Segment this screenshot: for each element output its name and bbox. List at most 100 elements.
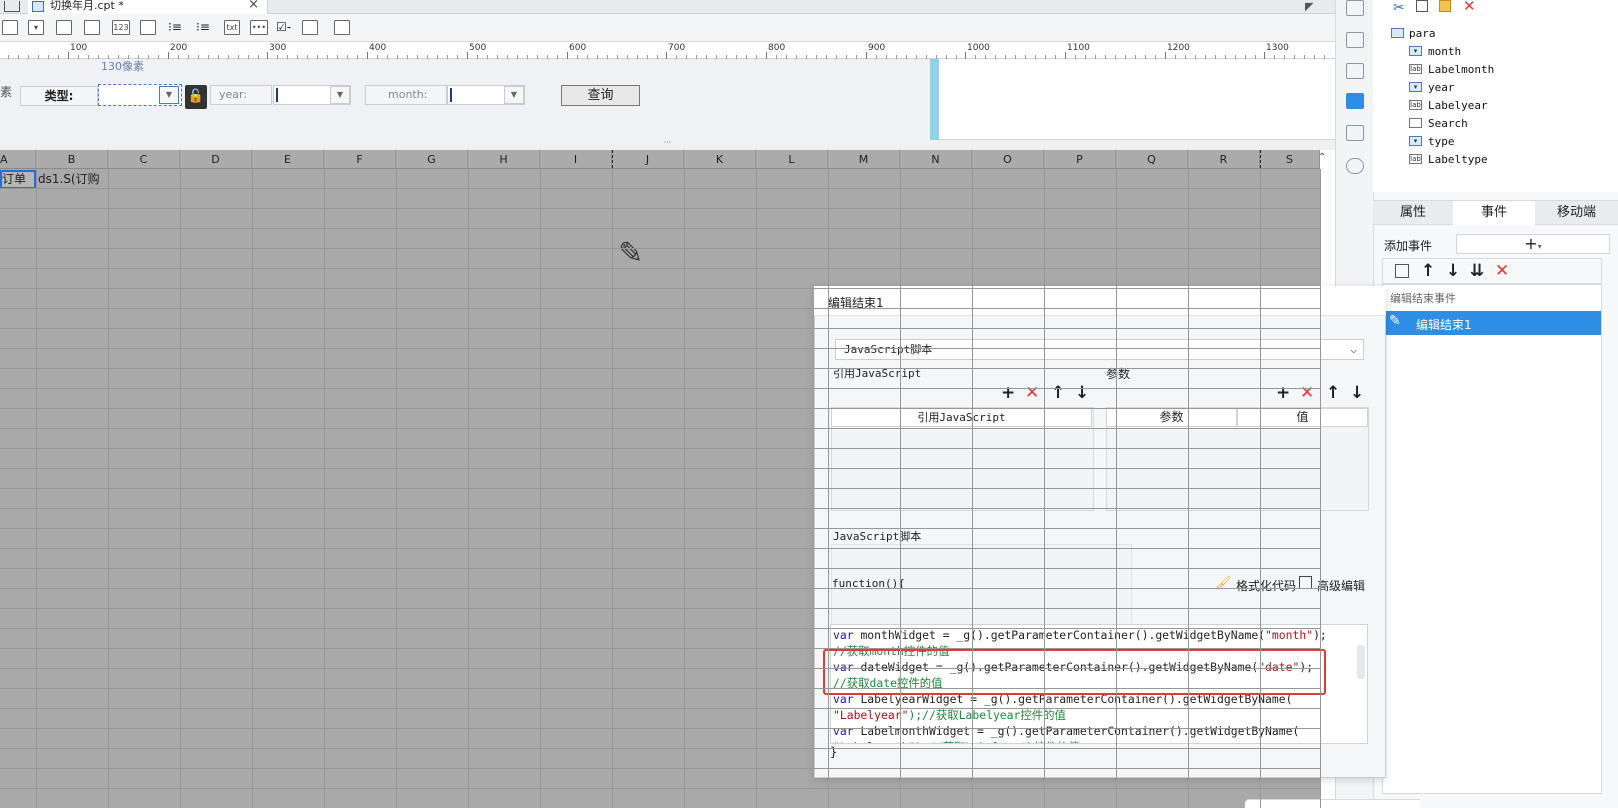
- year-combo[interactable]: ▼: [273, 85, 351, 105]
- tree-item-labeltype[interactable]: Labeltype: [1428, 153, 1488, 166]
- month-combo[interactable]: ▼: [447, 85, 525, 105]
- list-widget-icon[interactable]: [140, 20, 156, 35]
- tab-events[interactable]: 事件: [1453, 201, 1535, 225]
- chevron-down-icon[interactable]: ▼: [330, 86, 350, 104]
- tree-item-type[interactable]: type: [1428, 135, 1455, 148]
- grid-row-line: [0, 308, 1320, 309]
- column-header-n[interactable]: N: [900, 150, 972, 169]
- combo-widget-icon[interactable]: ▾: [28, 20, 44, 35]
- sort-icon[interactable]: ⇊: [1470, 263, 1484, 280]
- column-header-p[interactable]: P: [1044, 150, 1116, 169]
- script-type-select[interactable]: JavaScript脚本 ⌵: [835, 339, 1364, 360]
- tree-item-labelyear[interactable]: Labelyear: [1428, 99, 1488, 112]
- widget-properties-icon[interactable]: [1346, 93, 1364, 109]
- password-widget-icon[interactable]: •••: [250, 20, 268, 35]
- tab-mobile[interactable]: 移动端: [1535, 201, 1618, 225]
- radio-group-icon[interactable]: ⁝≡: [168, 20, 184, 35]
- edge-label: 素: [0, 85, 13, 99]
- delete-icon[interactable]: ✕: [1495, 263, 1509, 280]
- unlock-icon[interactable]: 🔓: [185, 85, 207, 109]
- arrow-down-icon[interactable]: ↓: [1350, 385, 1364, 402]
- column-header-d[interactable]: D: [180, 150, 252, 169]
- grid-row-line: [0, 508, 1320, 509]
- scroll-up-icon[interactable]: ⌃: [1318, 152, 1326, 163]
- grid-row-line: [0, 688, 1320, 689]
- number-widget-icon[interactable]: 123: [112, 20, 130, 35]
- query-button[interactable]: 查询: [561, 85, 640, 106]
- horizontal-ruler: 100 200 300 400 500 600 700 800 900 1000 1100 1200 1…: [0, 42, 1335, 59]
- checkbox-widget-icon[interactable]: ☑-: [276, 20, 292, 35]
- link-icon[interactable]: [1346, 158, 1364, 174]
- tree-root[interactable]: para: [1409, 27, 1436, 40]
- layout-icon[interactable]: [4, 1, 20, 12]
- advanced-edit-button[interactable]: 高级编辑: [1317, 577, 1365, 594]
- format-code-button[interactable]: 格式化代码: [1236, 577, 1296, 594]
- arrow-up-icon[interactable]: ↑: [1421, 263, 1435, 280]
- arrow-down-icon[interactable]: ↓: [1446, 263, 1460, 280]
- column-header-f[interactable]: F: [324, 150, 396, 169]
- grid-row-line: [0, 428, 1320, 429]
- event-item-selected[interactable]: ✎ 编辑结束1: [1383, 311, 1601, 335]
- tab-file[interactable]: 切换年月.cpt * ×: [28, 0, 268, 14]
- tree-item-month[interactable]: month: [1428, 45, 1461, 58]
- cell-a1[interactable]: 订单: [0, 170, 36, 189]
- column-header-a[interactable]: A: [0, 150, 36, 169]
- textarea-widget-icon[interactable]: [56, 20, 72, 35]
- label-type[interactable]: 类型:: [20, 86, 98, 106]
- column-header-m[interactable]: M: [828, 150, 900, 169]
- ruler-label: 1200: [1167, 43, 1190, 53]
- delete-icon[interactable]: ✕: [1463, 0, 1476, 15]
- column-header-q[interactable]: Q: [1116, 150, 1188, 169]
- edit-pencil-icon: ✎: [618, 236, 644, 271]
- ruler-label: 700: [668, 43, 686, 53]
- column-header-j[interactable]: J: [612, 150, 684, 169]
- column-header-i[interactable]: I: [540, 150, 612, 169]
- more-widgets-icon[interactable]: [334, 20, 350, 35]
- type-combo[interactable]: ▼: [98, 84, 182, 106]
- column-header-k[interactable]: K: [684, 150, 756, 169]
- tree-item-labelmonth[interactable]: Labelmonth: [1428, 63, 1494, 76]
- date-widget-icon[interactable]: [84, 20, 100, 35]
- widget-settings-icon[interactable]: [1346, 0, 1364, 16]
- paste-icon[interactable]: [1439, 0, 1451, 12]
- column-header-h[interactable]: H: [468, 150, 540, 169]
- column-header-e[interactable]: E: [252, 150, 324, 169]
- code-text: monthWidget = _g().getParameterContainer…: [860, 628, 1266, 642]
- column-header-o[interactable]: O: [972, 150, 1044, 169]
- label-month[interactable]: month:: [365, 85, 447, 105]
- size-hint: 130像素: [101, 60, 144, 73]
- column-header-b[interactable]: B: [36, 150, 108, 169]
- column-header-c[interactable]: C: [108, 150, 180, 169]
- code-scrollbar[interactable]: [1357, 645, 1365, 679]
- label-year[interactable]: year:: [210, 85, 272, 105]
- tab-properties[interactable]: 属性: [1373, 201, 1453, 225]
- checkbox-group-icon[interactable]: ⁝≡: [196, 20, 212, 35]
- data-column-icon[interactable]: [1346, 125, 1364, 141]
- pane-splitter[interactable]: ···: [0, 139, 1335, 150]
- ruler-major-tick: [367, 52, 368, 59]
- column-header-l[interactable]: L: [756, 150, 828, 169]
- copy-icon[interactable]: [1395, 264, 1409, 278]
- cell-b1[interactable]: ds1.S(订购: [38, 171, 108, 189]
- column-header-g[interactable]: G: [396, 150, 468, 169]
- tree-widget-icon[interactable]: [302, 20, 318, 35]
- code-tail: );//获取Labelyear控件的值: [908, 708, 1066, 722]
- tree-item-search[interactable]: Search: [1428, 117, 1468, 130]
- chevron-down-icon[interactable]: ▼: [159, 86, 179, 104]
- grid-row-line: [0, 408, 1320, 409]
- column-header-r[interactable]: R: [1188, 150, 1260, 169]
- arrow-up-icon[interactable]: ↑: [1326, 385, 1340, 402]
- text-widget-icon[interactable]: txt: [224, 20, 240, 35]
- canvas-boundary[interactable]: [930, 59, 939, 140]
- copy-icon[interactable]: [1416, 0, 1428, 12]
- chevron-down-icon[interactable]: ▼: [504, 86, 524, 104]
- column-header-s[interactable]: S: [1260, 150, 1320, 169]
- button-widget-icon[interactable]: [2, 20, 18, 35]
- tree-item-year[interactable]: year: [1428, 81, 1455, 94]
- frame-icon[interactable]: [1346, 63, 1364, 79]
- pointer-icon[interactable]: ◤: [1305, 0, 1313, 13]
- component-lib-icon[interactable]: [1346, 32, 1364, 48]
- cut-icon[interactable]: ✂: [1393, 0, 1405, 16]
- close-tab-icon[interactable]: ×: [248, 0, 259, 11]
- add-event-dropdown[interactable]: +▾: [1456, 234, 1610, 254]
